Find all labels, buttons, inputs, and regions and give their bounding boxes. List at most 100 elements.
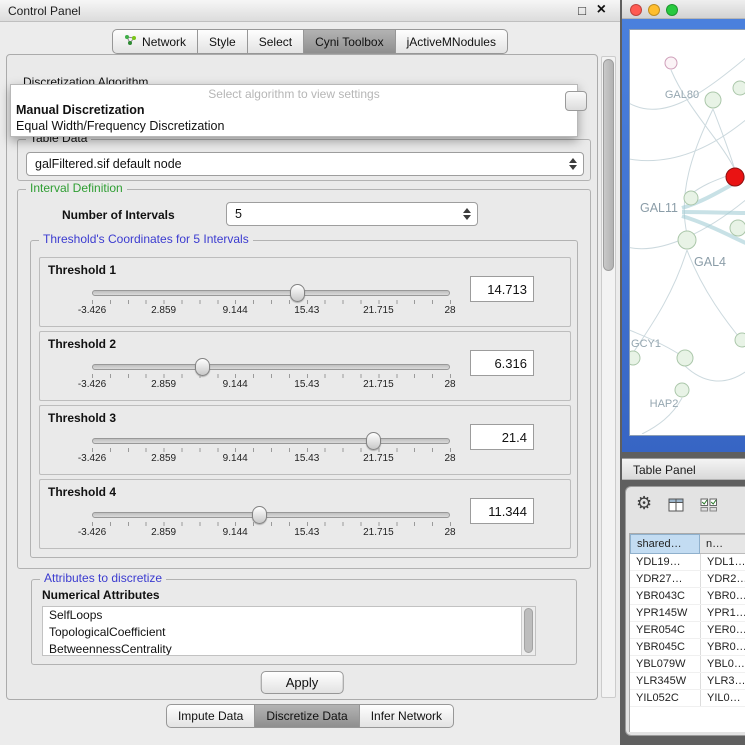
slider-scale: -3.426 2.859 9.144 15.43 21.715 28 bbox=[92, 379, 450, 391]
network-node[interactable] bbox=[730, 220, 745, 236]
table-row[interactable]: YDR27…YDR2… bbox=[630, 571, 745, 588]
list-scrollbar[interactable] bbox=[521, 607, 535, 655]
node-table: shared… n… YDL19…YDL1… YDR27…YDR2… YBR04… bbox=[629, 533, 745, 732]
scale-label: -3.426 bbox=[78, 379, 106, 390]
scale-label: -3.426 bbox=[78, 453, 106, 464]
tab-select[interactable]: Select bbox=[248, 29, 304, 54]
close-panel-icon[interactable]: × bbox=[597, 1, 606, 19]
scrollbar-thumb[interactable] bbox=[524, 608, 533, 653]
slider-scale: -3.426 2.859 9.144 15.43 21.715 28 bbox=[92, 453, 450, 465]
network-node[interactable] bbox=[733, 81, 745, 95]
table-cell: YER0… bbox=[700, 622, 745, 638]
bottom-tabs: Impute Data Discretize Data Infer Networ… bbox=[0, 704, 620, 728]
slider-scale: -3.426 2.859 9.144 15.43 21.715 28 bbox=[92, 305, 450, 317]
table-row[interactable]: YER054CYER0… bbox=[630, 622, 745, 639]
num-intervals-combo[interactable]: 5 bbox=[226, 202, 478, 226]
threshold-4-panel: Threshold 4 -3.426 2.859 9.144 15.43 21.… bbox=[39, 479, 571, 549]
table-cell: YDL19… bbox=[630, 554, 700, 570]
scale-label: 9.144 bbox=[223, 527, 248, 538]
table-row[interactable]: YBL079WYBL0… bbox=[630, 656, 745, 673]
table-cell: YBR0… bbox=[700, 588, 745, 604]
table-cell: YBR043C bbox=[630, 588, 700, 604]
popup-item-equal-width-frequency[interactable]: Equal Width/Frequency Discretization bbox=[11, 118, 577, 134]
scale-label: 15.43 bbox=[294, 527, 319, 538]
tab-style[interactable]: Style bbox=[198, 29, 248, 54]
tab-jactivemnodules[interactable]: jActiveMNodules bbox=[396, 29, 508, 54]
network-node[interactable] bbox=[630, 351, 640, 365]
node-label: GCY1 bbox=[631, 338, 661, 350]
columns-icon[interactable] bbox=[668, 498, 684, 517]
interval-definition-title: Interval Definition bbox=[26, 181, 127, 195]
scale-label: 9.144 bbox=[223, 453, 248, 464]
float-window-icon[interactable]: □ bbox=[578, 3, 586, 18]
network-graph: GAL80 GAL11 GAL4 GCY1 HAP2 bbox=[630, 30, 745, 434]
list-item[interactable]: SelfLoops bbox=[43, 607, 535, 624]
tab-network[interactable]: Network bbox=[112, 29, 198, 54]
threshold-3-value-field[interactable] bbox=[470, 424, 534, 450]
table-header-row: shared… n… bbox=[630, 534, 745, 554]
numerical-attributes-list[interactable]: SelfLoops TopologicalCoefficient Between… bbox=[42, 606, 536, 656]
window-minimize-button[interactable] bbox=[648, 4, 660, 16]
threshold-4-slider[interactable] bbox=[92, 512, 450, 518]
network-window-titlebar bbox=[622, 0, 745, 19]
network-node[interactable] bbox=[665, 57, 677, 69]
table-row[interactable]: YDL19…YDL1… bbox=[630, 554, 745, 571]
apply-button[interactable]: Apply bbox=[261, 671, 344, 694]
network-node[interactable] bbox=[705, 92, 721, 108]
list-item[interactable]: TopologicalCoefficient bbox=[43, 624, 535, 641]
table-row[interactable]: YPR145WYPR1… bbox=[630, 605, 745, 622]
tab-label: Select bbox=[259, 35, 292, 49]
window-close-button[interactable] bbox=[630, 4, 642, 16]
threshold-1-slider[interactable] bbox=[92, 290, 450, 296]
tab-cyni-toolbox[interactable]: Cyni Toolbox bbox=[304, 29, 395, 54]
control-panel-scrollbar[interactable] bbox=[601, 56, 616, 698]
threshold-3-slider[interactable] bbox=[92, 438, 450, 444]
tab-label: jActiveMNodules bbox=[407, 35, 496, 49]
tab-impute-data[interactable]: Impute Data bbox=[166, 704, 255, 728]
list-item[interactable]: BetweennessCentrality bbox=[43, 641, 535, 656]
window-zoom-button[interactable] bbox=[666, 4, 678, 16]
network-canvas[interactable]: GAL80 GAL11 GAL4 GCY1 HAP2 bbox=[629, 29, 745, 436]
table-data-combo[interactable]: galFiltered.sif default node bbox=[26, 152, 584, 176]
threshold-3-panel: Threshold 3 -3.426 2.859 9.144 15.43 21.… bbox=[39, 405, 571, 475]
scale-label: 15.43 bbox=[294, 453, 319, 464]
column-header-name[interactable]: n… bbox=[700, 534, 745, 554]
table-cell: YLR3… bbox=[700, 673, 745, 689]
table-row[interactable]: YIL052CYIL0… bbox=[630, 690, 745, 707]
attributes-group: Attributes to discretize Numerical Attri… bbox=[31, 579, 577, 665]
tab-label: Style bbox=[209, 35, 236, 49]
threshold-2-value-field[interactable] bbox=[470, 350, 534, 376]
column-header-shared-name[interactable]: shared… bbox=[630, 534, 700, 554]
threshold-3-label: Threshold 3 bbox=[48, 411, 116, 425]
tab-discretize-data[interactable]: Discretize Data bbox=[255, 704, 359, 728]
algorithm-combo-button[interactable] bbox=[565, 91, 587, 111]
threshold-1-value-field[interactable] bbox=[470, 276, 534, 302]
threshold-2-slider[interactable] bbox=[92, 364, 450, 370]
network-node[interactable] bbox=[735, 333, 745, 347]
network-node[interactable] bbox=[677, 350, 693, 366]
table-data-combo-value: galFiltered.sif default node bbox=[35, 153, 182, 175]
scale-label: 2.859 bbox=[151, 527, 176, 538]
table-panel-titlebar: Table Panel bbox=[622, 458, 745, 480]
interval-definition-group: Interval Definition Number of Intervals … bbox=[17, 189, 591, 569]
select-columns-icon[interactable] bbox=[700, 498, 718, 517]
combo-arrows-icon bbox=[569, 158, 577, 170]
network-node[interactable] bbox=[675, 383, 689, 397]
table-cell: YER054C bbox=[630, 622, 700, 638]
scale-label: -3.426 bbox=[78, 305, 106, 316]
table-row[interactable]: YBR045CYBR0… bbox=[630, 639, 745, 656]
network-node[interactable] bbox=[684, 191, 698, 205]
tab-infer-network[interactable]: Infer Network bbox=[360, 704, 454, 728]
table-cell: YPR145W bbox=[630, 605, 700, 621]
scrollbar-thumb[interactable] bbox=[603, 59, 614, 271]
threshold-4-value-field[interactable] bbox=[470, 498, 534, 524]
table-row[interactable]: YLR345WYLR3… bbox=[630, 673, 745, 690]
threshold-1-panel: Threshold 1 -3.426 2.859 9.144 15.43 21.… bbox=[39, 257, 571, 327]
table-cell: YDR2… bbox=[700, 571, 745, 587]
table-row[interactable]: YBR043CYBR0… bbox=[630, 588, 745, 605]
network-node-selected[interactable] bbox=[726, 168, 744, 186]
network-node[interactable] bbox=[678, 231, 696, 249]
gear-icon[interactable]: ⚙ bbox=[636, 493, 652, 514]
popup-item-manual-discretization[interactable]: Manual Discretization bbox=[11, 102, 577, 118]
thresholds-group: Threshold's Coordinates for 5 Intervals … bbox=[30, 240, 578, 558]
